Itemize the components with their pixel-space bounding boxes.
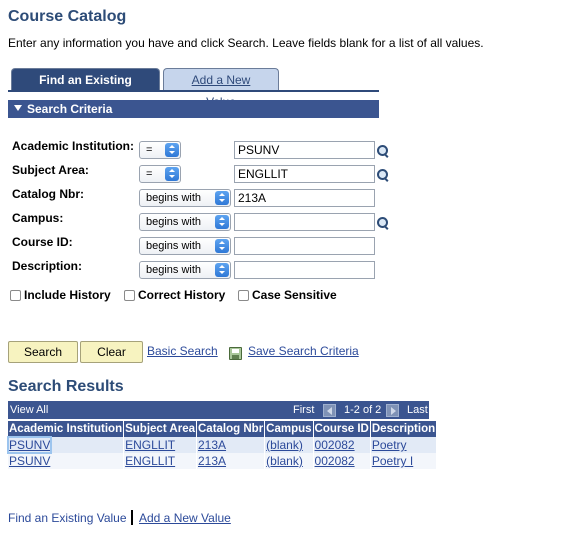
instructions-text: Enter any information you have and click… — [8, 36, 484, 50]
table-header-row: Academic Institution Subject Area Catalo… — [8, 421, 438, 437]
campus-input[interactable] — [234, 213, 375, 231]
footer-add-new-link[interactable]: Add a New Value — [139, 511, 231, 525]
save-icon[interactable] — [229, 347, 242, 360]
dropdown-spinner-icon — [215, 191, 229, 205]
footer-separator — [131, 510, 133, 525]
column-header-campus[interactable]: Campus — [264, 421, 314, 437]
clear-button[interactable]: Clear — [80, 341, 143, 363]
course-id-operator[interactable]: begins with — [139, 237, 231, 255]
result-cell-link[interactable]: Poetry — [372, 438, 407, 452]
case-sensitive-label: Case Sensitive — [252, 288, 337, 302]
result-cell-link[interactable]: 213A — [198, 454, 226, 468]
result-cell-link[interactable]: (blank) — [266, 438, 303, 452]
description-operator-value: begins with — [146, 264, 202, 276]
dropdown-spinner-icon — [215, 215, 229, 229]
column-header-academic-institution[interactable]: Academic Institution — [8, 421, 125, 437]
description-input[interactable] — [234, 261, 375, 279]
campus-operator[interactable]: begins with — [139, 213, 231, 231]
column-header-catalog-nbr[interactable]: Catalog Nbr — [196, 421, 266, 437]
dropdown-spinner-icon — [215, 239, 229, 253]
result-cell-link[interactable]: ENGLLIT — [125, 454, 175, 468]
campus-label: Campus: — [12, 211, 64, 225]
page-title: Course Catalog — [8, 8, 127, 25]
result-cell-link[interactable]: PSUNV — [9, 454, 50, 468]
previous-arrow-icon[interactable] — [323, 404, 336, 417]
result-cell-link[interactable]: (blank) — [266, 454, 303, 468]
view-all-link[interactable]: View All — [10, 401, 48, 419]
subject-area-input[interactable]: ENGLLIT — [234, 165, 375, 183]
footer-find-existing-link[interactable]: Find an Existing Value — [8, 511, 127, 525]
save-search-criteria-link[interactable]: Save Search Criteria — [248, 344, 359, 358]
table-row[interactable]: PSUNV ENGLLIT 213A (blank) 002082 Poetry… — [8, 453, 438, 469]
description-operator[interactable]: begins with — [139, 261, 231, 279]
academic-institution-input[interactable]: PSUNV — [234, 141, 375, 159]
search-results-table: Academic Institution Subject Area Catalo… — [6, 421, 438, 469]
result-cell-link[interactable]: PSUNV — [6, 436, 53, 454]
next-arrow-icon[interactable] — [386, 404, 399, 417]
search-criteria-header[interactable]: Search Criteria — [8, 100, 379, 118]
catalog-nbr-label: Catalog Nbr: — [12, 187, 84, 201]
result-cell-link[interactable]: Poetry I — [372, 454, 413, 468]
last-label[interactable]: Last — [407, 401, 428, 419]
include-history-label: Include History — [24, 288, 111, 302]
description-label: Description: — [12, 259, 83, 273]
lookup-magnifier-icon[interactable] — [376, 168, 390, 182]
catalog-nbr-operator[interactable]: begins with — [139, 189, 231, 207]
basic-search-link[interactable]: Basic Search — [147, 344, 218, 358]
catalog-nbr-operator-value: begins with — [146, 192, 202, 204]
search-criteria-label: Search Criteria — [27, 102, 113, 116]
results-grid-nav: View All First 1-2 of 2 Last — [8, 401, 429, 419]
column-header-description[interactable]: Description — [370, 421, 438, 437]
page-range: 1-2 of 2 — [344, 404, 382, 416]
course-id-operator-value: begins with — [146, 240, 202, 252]
academic-institution-operator[interactable]: = — [139, 141, 181, 159]
tab-add-new-value[interactable]: Add a New Value — [163, 68, 279, 109]
table-row[interactable]: PSUNV ENGLLIT 213A (blank) 002082 Poetry — [6, 436, 438, 454]
correct-history-checkbox[interactable] — [124, 290, 135, 301]
search-results-title: Search Results — [8, 378, 124, 395]
academic-institution-operator-value: = — [146, 144, 153, 156]
dropdown-spinner-icon — [165, 143, 179, 157]
result-cell-link[interactable]: ENGLLIT — [125, 438, 175, 452]
dropdown-spinner-icon — [215, 263, 229, 277]
lookup-magnifier-icon[interactable] — [376, 216, 390, 230]
academic-institution-label: Academic Institution: — [12, 139, 135, 153]
lookup-magnifier-icon[interactable] — [376, 144, 390, 158]
result-cell-link[interactable]: 213A — [198, 438, 226, 452]
dropdown-spinner-icon — [165, 167, 179, 181]
tab-divider — [8, 90, 379, 92]
subject-area-label: Subject Area: — [12, 163, 89, 177]
course-id-label: Course ID: — [12, 235, 73, 249]
search-button[interactable]: Search — [8, 341, 78, 363]
subject-area-operator[interactable]: = — [139, 165, 181, 183]
column-header-subject-area[interactable]: Subject Area — [123, 421, 197, 437]
collapse-triangle-icon[interactable] — [14, 105, 22, 111]
campus-operator-value: begins with — [146, 216, 202, 228]
column-header-course-id[interactable]: Course ID — [313, 421, 371, 437]
first-label[interactable]: First — [293, 401, 314, 419]
result-cell-link[interactable]: 002082 — [315, 438, 355, 452]
correct-history-label: Correct History — [138, 288, 226, 302]
include-history-checkbox[interactable] — [10, 290, 21, 301]
tab-find-existing-value[interactable]: Find an Existing Value — [11, 68, 160, 109]
subject-area-operator-value: = — [146, 168, 153, 180]
catalog-nbr-input[interactable]: 213A — [234, 189, 375, 207]
course-id-input[interactable] — [234, 237, 375, 255]
result-cell-link[interactable]: 002082 — [315, 454, 355, 468]
case-sensitive-checkbox[interactable] — [238, 290, 249, 301]
